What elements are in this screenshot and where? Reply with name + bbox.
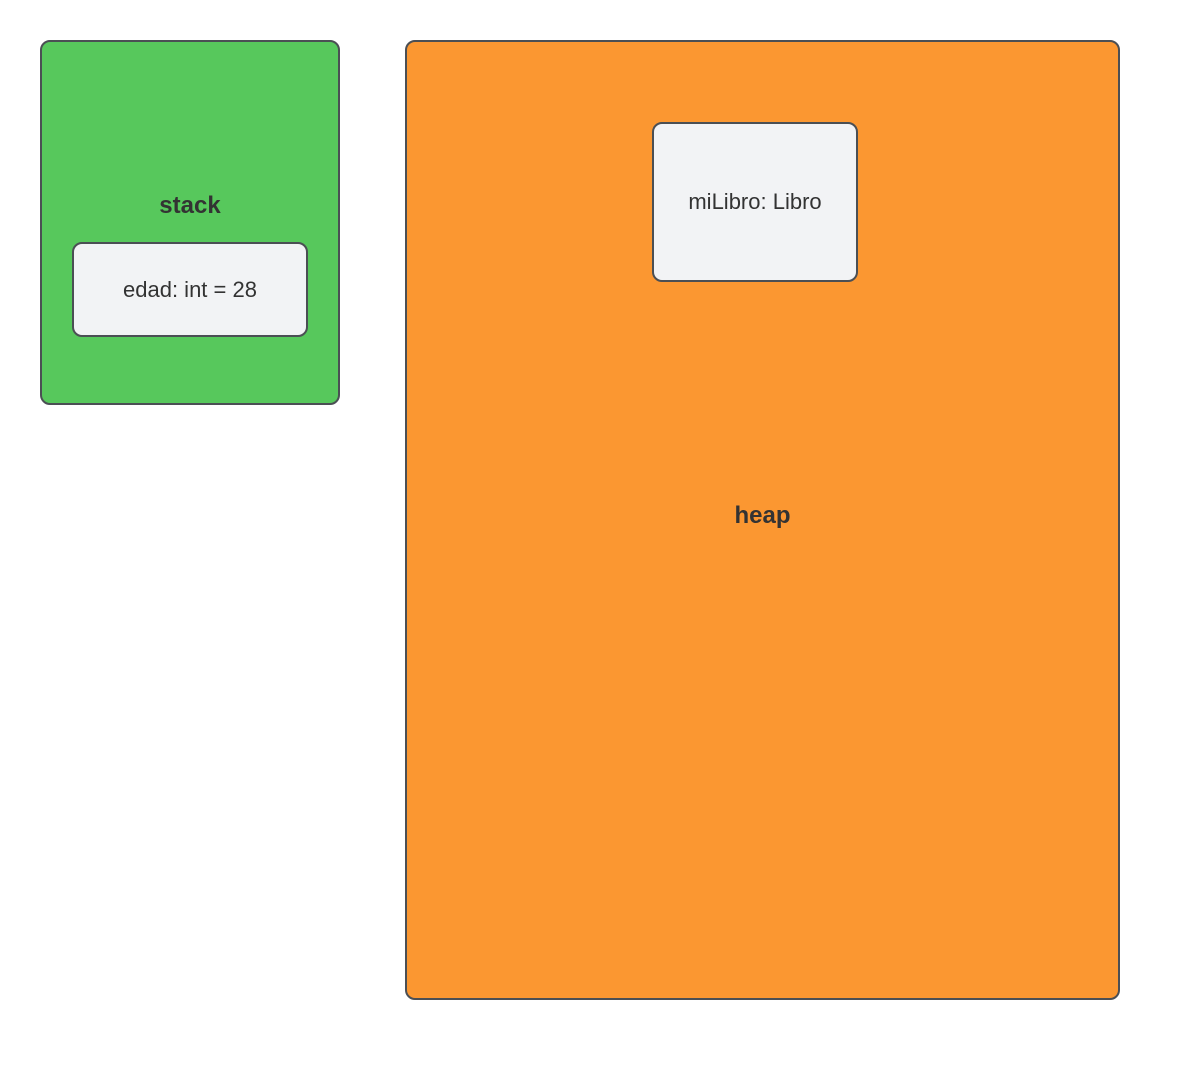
stack-region: stack edad: int = 28 xyxy=(40,40,340,405)
heap-region: miLibro: Libro heap xyxy=(405,40,1120,1000)
heap-entry: miLibro: Libro xyxy=(652,122,858,282)
stack-entry-label: edad: int = 28 xyxy=(123,277,257,303)
stack-entry: edad: int = 28 xyxy=(72,242,308,337)
heap-title: heap xyxy=(734,502,790,530)
heap-entry-label: miLibro: Libro xyxy=(688,189,821,215)
stack-title: stack xyxy=(159,192,220,220)
